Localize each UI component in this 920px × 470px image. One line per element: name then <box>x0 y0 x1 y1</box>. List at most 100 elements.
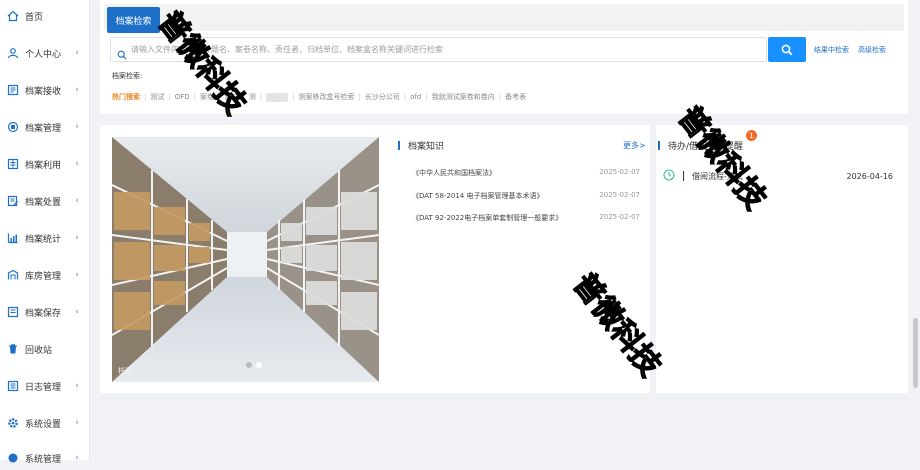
more-link[interactable]: 更多> <box>623 140 646 151</box>
sidebar-item-archive-save[interactable]: 档案保存 ‹ <box>0 300 90 324</box>
sidebar-item-label: 库房管理 <box>25 271 62 282</box>
hot-search-term[interactable]: 备考表 <box>505 92 526 102</box>
chevron-left-icon: ‹ <box>75 270 79 280</box>
knowledge-title: 档案知识 <box>408 142 445 152</box>
search-input-wrapper[interactable] <box>110 37 767 62</box>
reminder-item[interactable]: 借阅流程-测试 2026-04-16 <box>663 169 893 183</box>
reminder-item-title[interactable]: 借阅流程-测试 <box>692 171 847 182</box>
archive-shelves-image <box>112 137 379 382</box>
sidebar-item-archive-receive[interactable]: 档案接收 ‹ <box>0 78 90 102</box>
main-content: 档案检索 结果中检索 高级检索 档案检索: 热门搜索 | 测试 | OFD | … <box>100 0 908 460</box>
chevron-left-icon: ‹ <box>75 453 79 463</box>
document-use-icon <box>7 158 19 170</box>
sidebar-item-label: 系统设置 <box>25 419 62 430</box>
warehouse-icon <box>7 269 19 281</box>
section-bar <box>398 141 400 150</box>
sidebar-item-label: 个人中心 <box>25 49 62 60</box>
sidebar-item-recycle-bin[interactable]: 回收站 <box>0 337 90 361</box>
sidebar-item-archive-manage[interactable]: 档案管理 ‹ <box>0 115 90 139</box>
sidebar-item-label: 日志管理 <box>25 382 62 393</box>
chevron-left-icon: ‹ <box>75 85 79 95</box>
sidebar-item-archive-use[interactable]: 档案利用 ‹ <box>0 152 90 176</box>
search-tab-bar: 档案检索 <box>104 4 904 33</box>
search-panel: 档案检索 结果中检索 高级检索 档案检索: 热门搜索 | 测试 | OFD | … <box>100 0 908 114</box>
knowledge-panel: 档案 档案知识 更多> 《中华人民共和国档案法》 2025-02-07 《DAT… <box>100 125 650 393</box>
sidebar-item-label: 档案保存 <box>25 308 62 319</box>
chevron-left-icon: ‹ <box>75 48 79 58</box>
inbox-icon <box>7 84 19 96</box>
knowledge-item-title[interactable]: 《中华人民共和国档案法》 <box>412 168 496 178</box>
clock-icon <box>663 169 675 183</box>
chevron-left-icon: ‹ <box>75 122 79 132</box>
hot-search-term[interactable]: 测 <box>249 92 256 102</box>
result-search-link[interactable]: 结果中检索 <box>814 45 849 55</box>
hot-search-term[interactable]: OFD <box>175 93 190 101</box>
sidebar-item-label: 档案利用 <box>25 160 62 171</box>
chevron-left-icon: ‹ <box>75 381 79 391</box>
hot-search-term[interactable]: ofd <box>410 93 421 101</box>
knowledge-item[interactable]: 《DAT 92-2022电子档案单套制管理一般要求》 2025-02-07 <box>412 213 640 223</box>
gear-icon <box>7 417 19 429</box>
search-input[interactable] <box>131 45 766 54</box>
bar-chart-icon <box>7 232 19 244</box>
hot-search-term[interactable]: 我就测试案卷和卷内 <box>432 92 495 102</box>
knowledge-item-date: 2025-02-07 <box>599 213 640 221</box>
sidebar-item-archive-stats[interactable]: 档案统计 ‹ <box>0 226 90 250</box>
reminder-count-badge: 1 <box>746 130 757 141</box>
knowledge-item-date: 2025-02-07 <box>599 168 640 176</box>
hot-search-term[interactable]: 测案移改盒号检索 <box>298 92 354 102</box>
reminder-header: 待办/借阅到期提醒 <box>658 139 743 152</box>
reminder-panel: 待办/借阅到期提醒 <box>656 125 908 393</box>
knowledge-item-title[interactable]: 《DAT 58-2014 电子档案管理基本术语》 <box>412 191 544 201</box>
document-edit-icon <box>7 195 19 207</box>
sidebar-item-personal-center[interactable]: 个人中心 ‹ <box>0 41 90 65</box>
sidebar-item-system-settings[interactable]: 系统设置 ‹ <box>0 411 90 435</box>
reminder-item-date: 2026-04-16 <box>846 171 894 181</box>
chevron-left-icon: ‹ <box>75 159 79 169</box>
sidebar-item-label: 档案统计 <box>25 234 62 245</box>
sidebar-item-label: 档案处置 <box>25 197 62 208</box>
knowledge-item-title[interactable]: 《DAT 92-2022电子档案单套制管理一般要求》 <box>412 213 562 223</box>
archive-search-label: 档案检索: <box>112 72 143 80</box>
system-icon <box>7 452 19 464</box>
trash-icon <box>7 343 19 355</box>
archive-save-icon <box>7 306 19 318</box>
hot-search-term[interactable]: 案卷 <box>200 92 214 102</box>
sidebar-item-log-manage[interactable]: 日志管理 ‹ <box>0 374 90 398</box>
sidebar: 首页 个人中心 ‹ 档案接收 ‹ 档案管理 ‹ 档案利用 ‹ 档案处置 ‹ 档案… <box>0 0 90 465</box>
knowledge-item-date: 2025-02-07 <box>599 191 640 199</box>
search-icon <box>781 44 793 55</box>
divider <box>683 171 684 181</box>
knowledge-item[interactable]: 《中华人民共和国档案法》 2025-02-07 <box>412 168 640 178</box>
search-button[interactable] <box>768 37 806 62</box>
archive-shelf-carousel[interactable]: 档案 <box>112 137 379 382</box>
sidebar-item-archive-dispose[interactable]: 档案处置 ‹ <box>0 189 90 213</box>
sidebar-item-warehouse-manage[interactable]: 库房管理 ‹ <box>0 263 90 287</box>
hot-search-term[interactable]: 测试 <box>224 92 238 102</box>
sidebar-item-label: 档案接收 <box>25 86 62 97</box>
chevron-left-icon: ‹ <box>75 418 79 428</box>
chevron-left-icon: ‹ <box>75 196 79 206</box>
sidebar-item-label: 系统管理 <box>25 454 62 465</box>
hot-search-title: 热门搜索 <box>112 93 140 101</box>
sidebar-item-label: 档案管理 <box>25 123 62 134</box>
hot-search-term[interactable]: 测试 <box>150 92 164 102</box>
hot-search-term-blurred[interactable] <box>266 92 289 102</box>
page-scrollbar[interactable] <box>912 0 920 460</box>
folder-gear-icon <box>7 121 19 133</box>
sidebar-item-label: 首页 <box>25 12 44 23</box>
hot-search-term[interactable]: 长沙分公司 <box>365 92 400 102</box>
search-icon <box>117 45 127 59</box>
user-icon <box>7 47 19 59</box>
photo-caption: 档案 <box>118 367 132 375</box>
home-icon <box>7 10 19 22</box>
carousel-dot-active[interactable] <box>256 362 262 368</box>
scrollbar-thumb[interactable] <box>913 318 918 388</box>
tab-archive-search[interactable]: 档案检索 <box>107 7 160 33</box>
sidebar-item-home[interactable]: 首页 <box>0 4 90 28</box>
sidebar-item-system-manage[interactable]: 系统管理 ‹ <box>0 446 90 470</box>
knowledge-item[interactable]: 《DAT 58-2014 电子档案管理基本术语》 2025-02-07 <box>412 191 640 201</box>
carousel-dot[interactable] <box>246 362 252 368</box>
advanced-search-link[interactable]: 高级检索 <box>858 45 886 55</box>
reminder-title: 待办/借阅到期提醒 <box>668 142 744 152</box>
